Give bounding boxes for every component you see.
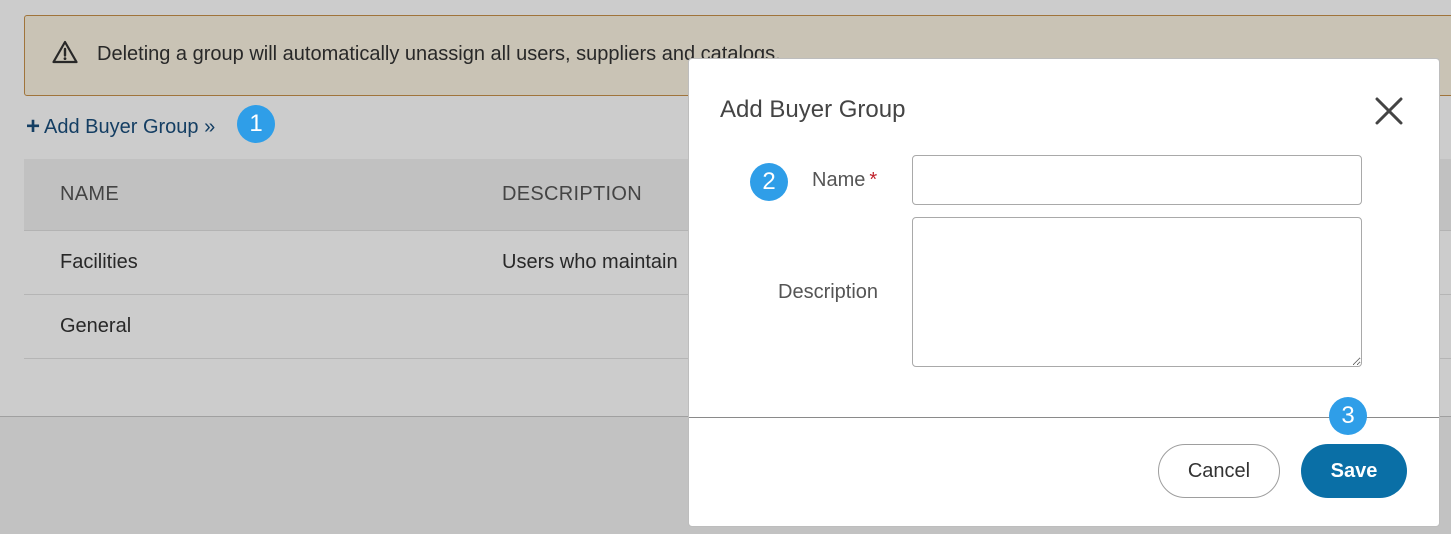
add-buyer-group-dialog: Add Buyer Group 2 Name * Description 3 Ca… xyxy=(688,58,1440,527)
dialog-divider xyxy=(689,417,1439,418)
dialog-title: Add Buyer Group xyxy=(720,96,906,123)
save-button[interactable]: Save xyxy=(1301,444,1407,498)
description-label: Description xyxy=(778,281,879,303)
required-marker: * xyxy=(869,169,878,191)
callout-badge-3: 3 xyxy=(1329,397,1367,435)
callout-badge-1: 1 xyxy=(237,105,275,143)
name-label: Name * xyxy=(812,169,877,192)
name-input[interactable] xyxy=(912,155,1362,205)
close-icon[interactable] xyxy=(1373,95,1405,127)
description-textarea[interactable] xyxy=(912,217,1362,367)
cancel-button[interactable]: Cancel xyxy=(1158,444,1280,498)
callout-badge-2: 2 xyxy=(750,163,788,201)
name-label-text: Name xyxy=(812,169,866,191)
